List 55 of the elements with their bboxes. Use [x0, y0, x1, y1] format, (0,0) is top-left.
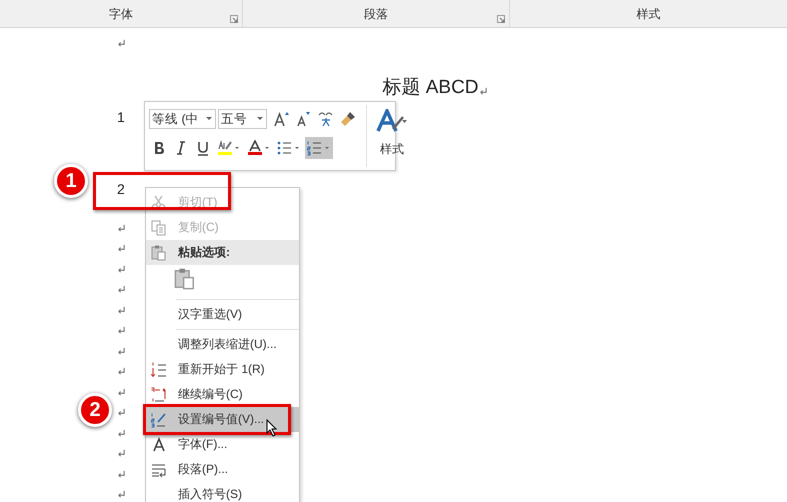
font-icon: [151, 436, 167, 452]
paragraph-mark-icon: [117, 449, 126, 458]
copy-icon: [151, 220, 167, 236]
bullet-list-icon[interactable]: [277, 140, 301, 156]
ribbon-group-label: 样式: [636, 6, 660, 23]
continue-numbering-icon: [151, 386, 167, 402]
underline-icon[interactable]: [195, 140, 211, 156]
numbered-list-icon[interactable]: [307, 140, 331, 156]
paragraph-mark-icon: [117, 285, 126, 294]
paragraph-mark-icon: [117, 428, 126, 437]
paragraph-mark-icon: [117, 306, 126, 314]
paragraph-mark-icon: [117, 470, 126, 478]
mouse-pointer-icon: [266, 419, 278, 437]
restart-numbering-icon: [151, 362, 167, 378]
paragraph-mark-icon: [117, 388, 126, 396]
highlight-icon[interactable]: [217, 140, 241, 156]
paste-option-icon[interactable]: [174, 268, 196, 290]
paragraph-mark-icon: [117, 244, 126, 252]
ribbon-group-label: 段落: [364, 6, 388, 23]
font-color-icon[interactable]: [247, 140, 271, 156]
menu-item[interactable]: 汉字重选(V): [172, 306, 242, 323]
paragraph-icon: [151, 462, 167, 478]
numbered-list-pen-icon: [151, 412, 167, 428]
menu-item[interactable]: 继续编号(C): [172, 386, 243, 403]
step-badge: 1: [54, 164, 88, 198]
paragraph-mark-icon: [478, 86, 488, 94]
grow-font-icon[interactable]: [274, 111, 290, 127]
menu-section-header: 粘贴选项:: [176, 244, 230, 261]
font-name-dropdown[interactable]: 等线 (中: [149, 109, 216, 129]
menu-item[interactable]: 重新开始于 1(R): [172, 361, 265, 378]
paragraph-mark-icon: [117, 346, 126, 355]
paragraph-mark-icon: [117, 326, 126, 334]
paragraph-mark-icon: [117, 39, 126, 48]
heading-text: 标题 ABCD: [382, 76, 479, 98]
paragraph-mark-icon: [117, 367, 126, 376]
list-number: 1: [117, 108, 125, 124]
dropdown-caret-icon: [206, 117, 212, 121]
step-badge: 2: [78, 393, 112, 427]
menu-item[interactable]: 插入符号(S): [172, 486, 242, 502]
ribbon-group-label: 字体: [109, 6, 133, 23]
menu-item[interactable]: 调整列表缩进(U)...: [172, 336, 277, 353]
shrink-font-icon[interactable]: [296, 111, 312, 127]
paragraph-mark-icon: [117, 408, 126, 416]
paragraph-mark-icon: [117, 224, 126, 232]
menu-item[interactable]: 字体(F)...: [172, 436, 228, 453]
clipboard-icon: [151, 244, 167, 260]
font-size-dropdown[interactable]: 五号: [218, 109, 267, 129]
styles-button[interactable]: 样式: [366, 105, 412, 167]
list-number: 2: [117, 180, 125, 196]
paragraph-mark-icon: [117, 264, 126, 273]
dropdown-caret-icon: [257, 117, 263, 121]
paragraph-mark-icon: [117, 490, 126, 498]
phonetic-guide-icon[interactable]: [318, 111, 334, 127]
format-painter-icon[interactable]: [340, 111, 356, 127]
menu-item[interactable]: 段落(P)...: [172, 461, 228, 478]
